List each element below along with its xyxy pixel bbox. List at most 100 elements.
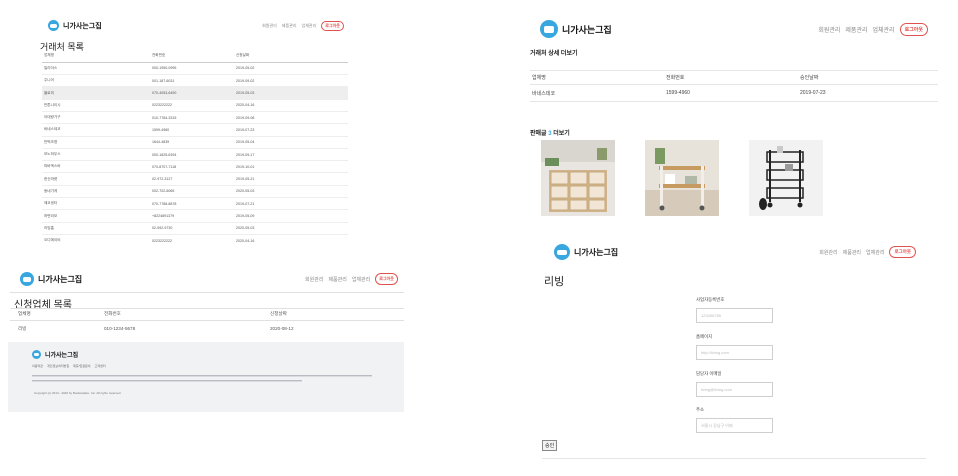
footer-logo: 니가사는그집 — [32, 350, 78, 359]
table-row[interactable]: 반벅조명 1644-4839 2019-05-04 — [42, 136, 348, 149]
footer-link[interactable]: 제휴/입점문의 — [73, 364, 90, 368]
company-phone: 070-8707-7118 — [150, 160, 234, 174]
company-name[interactable]: 블로미 — [42, 86, 150, 100]
table-row[interactable]: 한신마켓 02-972-3127 2019-05-21 — [42, 172, 348, 186]
wooden-cart-illustration — [645, 140, 719, 216]
company-phone: 1644-4839 — [150, 136, 234, 149]
company-name[interactable]: 반톤나이시 — [42, 99, 150, 112]
product-image-storage-boxes[interactable] — [541, 140, 615, 216]
manager-email-field[interactable]: living@living.com — [696, 382, 773, 397]
table-row[interactable]: 오디에이비 0223222222 2020-04-16 — [42, 234, 348, 246]
footer: 니가사는그집 이용약관 개인정보처리방침 제휴/입점문의 고객센터 Copyri… — [8, 342, 404, 412]
product-image-metal-cart[interactable] — [749, 140, 823, 216]
company-name[interactable]: 한신마켓 — [42, 172, 150, 186]
brand-name: 니가사는그집 — [574, 247, 619, 257]
request-date: 2019-07-21 — [234, 197, 348, 211]
nav-products[interactable]: 제품관리 — [845, 25, 867, 34]
company-phone: 02-592-9730 — [150, 222, 234, 235]
company-name[interactable]: 모노하우스 — [42, 148, 150, 162]
logout-button[interactable]: 로그아웃 — [889, 246, 916, 258]
logout-button[interactable]: 로그아웃 — [899, 22, 928, 36]
column-header: 승인날짜 — [800, 75, 819, 81]
top-nav: 회원관리 제품관리 업체관리 로그아웃 — [305, 273, 398, 285]
house-logo-icon — [540, 20, 558, 38]
nav-companies[interactable]: 업체관리 — [873, 25, 895, 34]
nav-companies[interactable]: 업체관리 — [866, 249, 884, 256]
table-row[interactable]: 동네가게 002-702-6065 2020-05-03 — [42, 185, 348, 199]
company-name[interactable]: 오디에이비 — [42, 234, 150, 246]
company-phone: 001-187-6031 — [150, 74, 234, 88]
product-image-wooden-cart[interactable] — [645, 140, 719, 216]
homepage-field[interactable]: http://living.com — [696, 345, 773, 360]
divider — [10, 308, 404, 309]
table-row[interactable]: 모노하우스 000-1625-6394 2019-09-17 — [42, 148, 348, 162]
request-date: 2019-05-04 — [234, 136, 348, 149]
request-date: 2020-05-03 — [234, 222, 348, 235]
approve-button[interactable]: 승인 — [542, 440, 558, 451]
header: 니가사는그집 회원관리 제품관리 업체관리 로그아웃 — [554, 244, 916, 260]
nav-members[interactable]: 회원관리 — [262, 23, 277, 29]
house-logo-icon — [20, 272, 34, 286]
company-name[interactable]: 동네가게 — [42, 185, 150, 199]
logo[interactable]: 니가사는그집 — [48, 20, 102, 31]
column-header: 전화번호 — [666, 75, 685, 81]
table-row[interactable]: 반톤나이시 0223222222 2020-04-16 — [42, 99, 348, 112]
nav-members[interactable]: 회원관리 — [305, 276, 323, 283]
nav-products[interactable]: 제품관리 — [328, 276, 346, 283]
nav-companies[interactable]: 업체관리 — [302, 23, 317, 29]
company-name[interactable]: 바네스데코 — [42, 123, 150, 137]
footer-copyright: Copyright (c) 2014 - 2020 by Bucketplace… — [34, 391, 122, 395]
footer-link[interactable]: 개인정보처리방침 — [47, 364, 69, 368]
column-header: 업체명 — [18, 311, 31, 316]
approval-date: 2019-07-23 — [800, 90, 826, 96]
products-more-title[interactable]: 판매글 3 더보기 — [530, 128, 570, 137]
company-name[interactable]: 반벅조명 — [42, 136, 150, 149]
nav-members[interactable]: 회원관리 — [818, 25, 840, 34]
products-prefix: 판매글 — [530, 131, 547, 137]
column-header: 업체명 — [42, 50, 150, 63]
logout-button[interactable]: 로그아웃 — [375, 273, 398, 285]
company-name[interactable]: 에코센터 — [42, 197, 150, 211]
logo[interactable]: 니가사는그집 — [554, 244, 618, 260]
table-row[interactable]: 블로미 070-4053-6490 2019-05-03 — [42, 86, 348, 100]
table-row[interactable]: 아데랑가구 010-7784-3315 2019-09-08 — [42, 111, 348, 125]
business-number-label: 사업자등록번호 — [696, 297, 725, 302]
house-logo-icon — [554, 244, 570, 260]
table-row[interactable]: 주니어 001-187-6031 2019-09-02 — [42, 74, 348, 88]
company-name[interactable]: 하면리모 — [42, 209, 150, 223]
metal-cart-illustration — [749, 140, 823, 216]
nav-products[interactable]: 제품관리 — [282, 23, 297, 29]
footer-link[interactable]: 이용약관 — [32, 364, 43, 368]
company-name[interactable]: 주니어 — [42, 74, 150, 88]
living-approval-panel: 니가사는그집 회원관리 제품관리 업체관리 로그아웃 리빙 사업자등록번호 12… — [532, 236, 930, 464]
logo[interactable]: 니가사는그집 — [540, 20, 612, 38]
nav-products[interactable]: 제품관리 — [843, 249, 861, 256]
table-row[interactable]: 하면리모 +8224891379 2019-05-09 — [42, 209, 348, 223]
top-nav: 회원관리 제품관리 업체관리 로그아웃 — [818, 22, 928, 36]
company-name[interactable]: 리빙홈 — [42, 222, 150, 235]
business-number-field[interactable]: 123456789 — [696, 308, 773, 323]
table-row[interactable]: 바네스데코 1599-4960 2019-07-23 — [42, 123, 348, 137]
nav-companies[interactable]: 업체관리 — [352, 276, 370, 283]
applicant-name[interactable]: 리빙 — [18, 326, 104, 332]
address-field[interactable]: 서울시 강남구 어쩌 — [696, 418, 773, 433]
table-row[interactable]: 리빙홈 02-592-9730 2020-05-03 — [42, 222, 348, 235]
applicant-row[interactable]: 리빙 010-1234-5678 2020-08-12 — [18, 326, 294, 332]
company-phone: 02-972-3127 — [150, 172, 234, 186]
logout-button[interactable]: 로그아웃 — [321, 20, 344, 31]
footer-links: 이용약관 개인정보처리방침 제휴/입점문의 고객센터 — [32, 364, 106, 368]
table-row[interactable]: 일리아스 000-1950-0995 2019-05-02 — [42, 62, 348, 76]
table-row[interactable]: 에코센터 070-7788-8878 2019-07-21 — [42, 197, 348, 211]
nav-members[interactable]: 회원관리 — [819, 249, 837, 256]
applicant-phone: 010-1234-5678 — [104, 326, 136, 331]
table-row[interactable]: 마바엑스바 070-8707-7118 2019-10-01 — [42, 160, 348, 174]
company-name[interactable]: 아데랑가구 — [42, 111, 150, 125]
request-date: 2019-05-02 — [234, 62, 348, 76]
company-phone: +8224891379 — [150, 209, 234, 223]
company-name[interactable]: 일리아스 — [42, 62, 150, 76]
footer-link[interactable]: 고객센터 — [95, 364, 106, 368]
company-name[interactable]: 마바엑스바 — [42, 160, 150, 174]
company-info-text-lines — [32, 375, 372, 382]
logo[interactable]: 니가사는그집 — [20, 272, 82, 286]
request-date: 2019-05-09 — [234, 209, 348, 223]
